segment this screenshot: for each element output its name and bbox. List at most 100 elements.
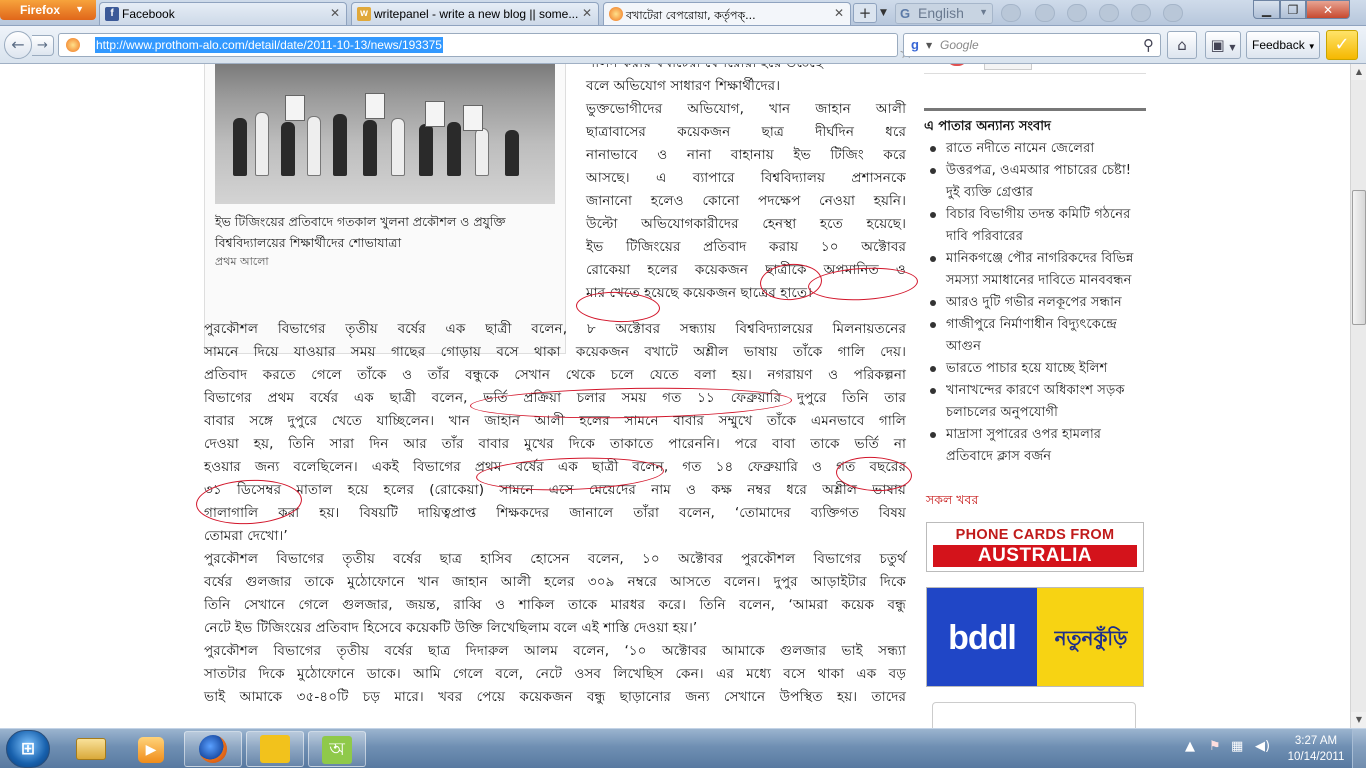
tab-writepanel[interactable]: w writepanel - write a new blog || some.… xyxy=(351,2,599,25)
placard xyxy=(425,101,445,127)
translate-icon: G xyxy=(900,6,911,21)
article-line: আসছে। এ ব্যাপারে বিশ্ববিদ্যালয় প্রশাসনক… xyxy=(586,170,906,186)
tab-prothom-alo[interactable]: বখাটেরা বেপরোয়া, কর্তৃপক্... ✕ xyxy=(603,2,851,25)
related-news-item[interactable]: উত্তরপত্র, ওএমআর পাচারের চেষ্টা! দুই ব্য… xyxy=(924,160,1146,204)
person-figure xyxy=(307,116,321,176)
avro-keyboard-taskbar-button[interactable]: অ xyxy=(308,731,366,767)
prothom-alo-icon xyxy=(609,7,623,21)
back-button[interactable]: ← xyxy=(4,31,32,59)
chevron-down-icon: ▼ xyxy=(75,4,84,14)
article-line: পুরকৌশল বিভাগের তৃতীয় বর্ষের এক ছাত্রী … xyxy=(204,321,906,337)
windows-logo-icon: ⊞ xyxy=(20,739,36,759)
bangla-app-taskbar-button[interactable] xyxy=(246,731,304,767)
site-identity-icon[interactable] xyxy=(66,38,80,52)
new-tab-button[interactable]: + xyxy=(853,3,877,23)
article-line: পালন করায় বখাটেরা বেপরোয়া হয়ে উঠেছে xyxy=(586,64,906,75)
web-page: ইভ টিজিংয়ের প্রতিবাদে গতকাল খুলনা প্রকৌ… xyxy=(0,64,1350,728)
vertical-scrollbar[interactable]: ▲ ▼ xyxy=(1350,64,1366,728)
sidebar-top-widget xyxy=(924,64,1146,74)
firefox-taskbar-button[interactable] xyxy=(184,731,242,767)
tab-title: Facebook xyxy=(122,7,175,21)
related-news-item[interactable]: আরও দুটি গভীর নলকূপের সন্ধান xyxy=(924,292,1146,314)
related-news-item[interactable]: রাতে নদীতে নামেন জেলেরা xyxy=(924,138,1146,160)
ad-placeholder[interactable] xyxy=(932,702,1136,728)
list-all-tabs-icon[interactable]: ▼ xyxy=(880,3,894,23)
addon-button[interactable]: ✓ xyxy=(1326,30,1358,60)
flag-icon[interactable]: ⚑ xyxy=(1209,739,1221,754)
volume-icon[interactable]: ◀) xyxy=(1255,739,1270,754)
search-input[interactable]: Google xyxy=(940,38,979,52)
related-news-item[interactable]: মানিকগঞ্জে পৌর নাগরিকদের বিভিন্ন সমস্যা … xyxy=(924,248,1146,292)
close-icon[interactable]: ✕ xyxy=(330,6,340,20)
article-line: প্রতিবাদ করতে গেলে তাঁকে ও তাঁর বন্ধুকে … xyxy=(204,367,906,383)
media-player-taskbar-button[interactable]: ▶ xyxy=(122,731,180,767)
network-icon[interactable] xyxy=(1067,4,1087,22)
checkmark-icon: ✓ xyxy=(1334,34,1350,55)
person-figure xyxy=(363,120,377,176)
person-figure xyxy=(419,124,433,176)
firefox-menu-button[interactable]: Firefox ▼ xyxy=(0,0,96,20)
related-news-item[interactable]: গাজীপুরে নির্মাণাধীন বিদ্যুৎকেন্দ্রে আগু… xyxy=(924,314,1146,358)
minimize-button[interactable]: ▁ xyxy=(1253,0,1280,19)
taskbar-clock[interactable]: 3:27 AM 10/14/2011 xyxy=(1286,733,1346,765)
forward-button[interactable]: → xyxy=(32,35,54,56)
ad-text: PHONE CARDS FROM xyxy=(955,527,1115,543)
bddl-ad[interactable]: bddl নতুনকুঁড়ি xyxy=(926,587,1144,687)
google-icon[interactable]: g xyxy=(907,37,923,53)
url-text[interactable]: http://www.prothom-alo.com/detail/date/2… xyxy=(95,37,443,53)
close-icon[interactable]: ✕ xyxy=(582,6,592,20)
start-button[interactable]: ⊞ xyxy=(6,730,50,768)
maximize-button[interactable]: ❐ xyxy=(1280,0,1306,19)
scroll-down-icon[interactable]: ▼ xyxy=(1351,712,1366,728)
language-selector[interactable]: G English ▼ xyxy=(895,3,993,24)
network-icon[interactable]: ▦ xyxy=(1231,739,1243,754)
gear-icon[interactable] xyxy=(1099,4,1119,22)
article-line: গালাগালি করা হয়। বিষয়টি দায়িত্বপ্রাপ্… xyxy=(204,505,906,521)
person-figure xyxy=(447,122,461,176)
navigation-bar: ← → http://www.prothom-alo.com/detail/da… xyxy=(0,26,1366,64)
person-figure xyxy=(391,118,405,176)
related-news-item[interactable]: মাদ্রাসা সুপারের ওপর হামলার প্রতিবাদে ক্… xyxy=(924,424,1146,468)
close-icon[interactable] xyxy=(1163,4,1183,22)
show-desktop-button[interactable] xyxy=(1352,729,1366,768)
chevron-down-icon[interactable]: ▼ xyxy=(926,41,932,50)
feedback-button[interactable]: Feedback ▼ xyxy=(1246,31,1320,59)
windows-taskbar: ⊞ ▶ অ ▲ ⚑ ▦ ◀) 3:27 AM 10/14/2011 xyxy=(0,728,1366,768)
article-line: বলে অভিযোগ সাধারণ শিক্ষার্থীদের। xyxy=(586,78,781,94)
home-button[interactable]: ⌂ xyxy=(1167,31,1197,59)
photo-caption: ইভ টিজিংয়ের প্রতিবাদে গতকাল খুলনা প্রকৌ… xyxy=(215,214,506,250)
related-news-item[interactable]: খানাখন্দের কারণে অধিকাংশ সড়ক চলাচলের অন… xyxy=(924,380,1146,424)
writepanel-icon: w xyxy=(357,7,371,21)
language-label: English xyxy=(918,5,964,21)
close-icon[interactable]: ✕ xyxy=(834,6,844,20)
tab-facebook[interactable]: f Facebook ✕ xyxy=(99,2,347,25)
mouse-icon[interactable] xyxy=(1035,4,1055,22)
related-news-item[interactable]: ভারতে পাচার হয়ে যাচ্ছে ইলিশ xyxy=(924,358,1146,380)
address-bar[interactable]: http://www.prothom-alo.com/detail/date/2… xyxy=(58,33,948,62)
home-icon: ⌂ xyxy=(1177,36,1187,54)
toolbar-addon-icon[interactable] xyxy=(1001,4,1021,22)
all-news-link[interactable]: সকল খবর xyxy=(926,492,978,512)
forward-arrow-icon: → xyxy=(37,38,48,53)
decorative-shape xyxy=(984,64,1032,70)
related-news-item[interactable]: বিচার বিভাগীয় তদন্ত কমিটি গঠনের দাবি পর… xyxy=(924,204,1146,248)
clock-date: 10/14/2011 xyxy=(1287,751,1345,763)
article-line: উল্টো অভিযোগকারীদের হেনস্থা হতে হয়েছে। xyxy=(586,216,906,232)
search-icon[interactable]: ⚲ xyxy=(1143,36,1154,54)
window-close-button[interactable]: ✕ xyxy=(1306,0,1350,19)
bookmarks-button[interactable]: ▣ ▼ xyxy=(1205,31,1241,59)
system-tray: ▲ ⚑ ▦ ◀) xyxy=(1185,735,1285,763)
tab-title: বখাটেরা বেপরোয়া, কর্তৃপক্... xyxy=(626,9,756,22)
person-figure xyxy=(333,114,347,176)
scroll-thumb[interactable] xyxy=(1352,190,1366,325)
help-icon[interactable] xyxy=(1131,4,1151,22)
explorer-taskbar-button[interactable] xyxy=(62,731,120,767)
article-line: পুরকৌশল বিভাগের তৃতীয় বর্ষের ছাত্র হাসি… xyxy=(204,551,906,567)
tab-bar: Firefox ▼ f Facebook ✕ w writepanel - wr… xyxy=(0,0,1366,26)
scroll-up-icon[interactable]: ▲ xyxy=(1351,64,1366,80)
search-bar[interactable]: g ▼ Google ⚲ xyxy=(903,33,1161,57)
article-line: তোমরা দেখো।’ xyxy=(204,528,288,544)
show-hidden-icons-icon[interactable]: ▲ xyxy=(1185,739,1195,754)
bddl-logo: bddl xyxy=(927,588,1037,686)
phone-cards-ad[interactable]: PHONE CARDS FROM AUSTRALIA xyxy=(926,522,1144,572)
